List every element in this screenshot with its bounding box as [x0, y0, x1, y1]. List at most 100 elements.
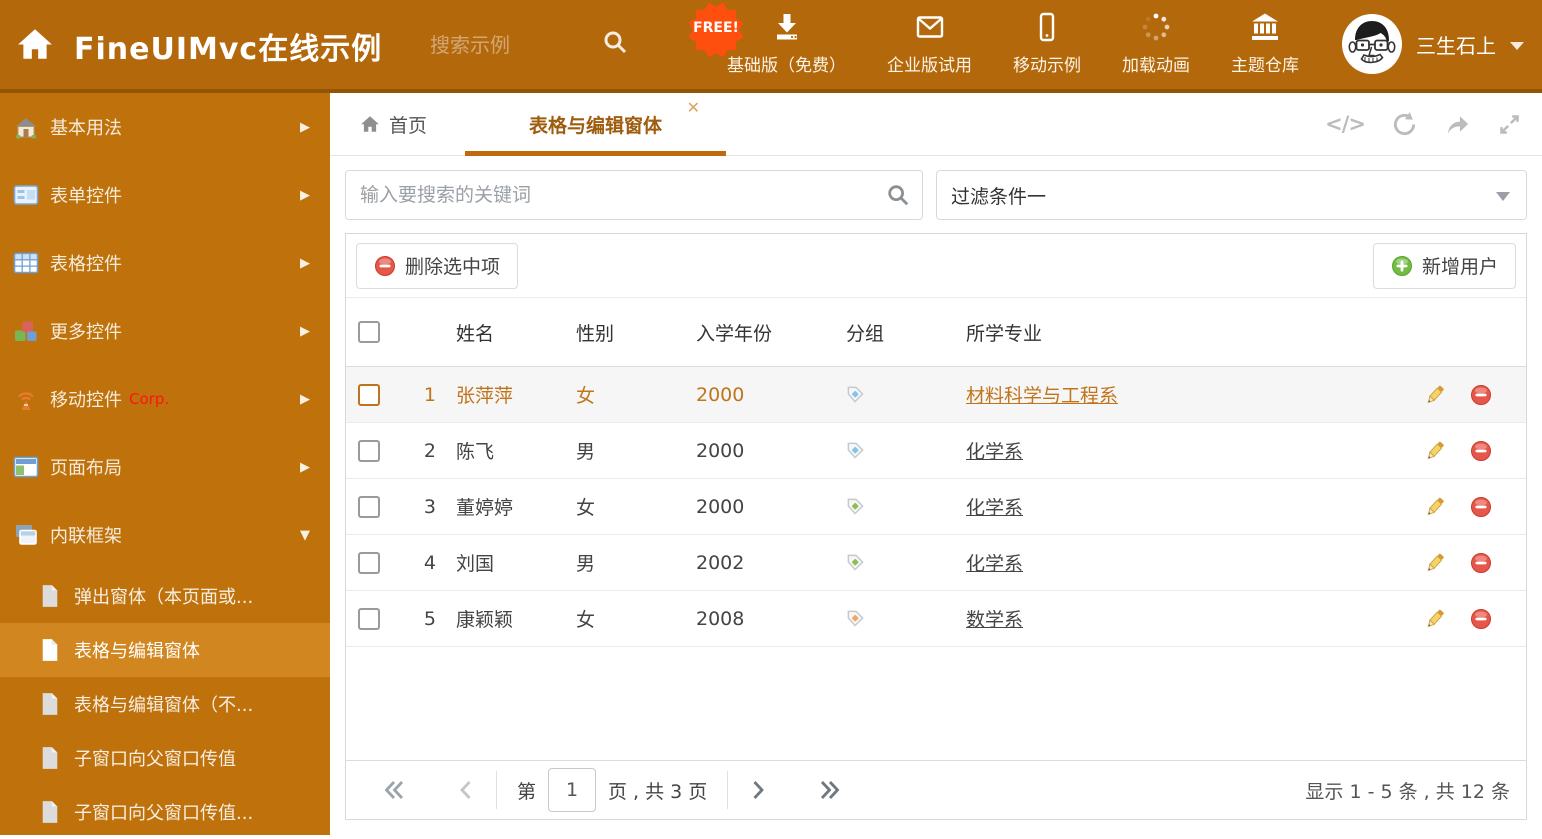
major-link[interactable]: 化学系 [966, 549, 1023, 576]
delete-selected-button[interactable]: 删除选中项 [356, 242, 519, 289]
sidebar-item-label: 基本用法 [50, 118, 122, 139]
row-checkbox[interactable] [358, 551, 380, 574]
nav-label: 基础版（免费） [727, 56, 846, 76]
sidebar-item-inline-frame[interactable]: 内联框架 ▼ [0, 501, 330, 569]
user-name: 三生石上 [1416, 33, 1496, 58]
delete-icon[interactable] [1470, 608, 1492, 630]
sidebar-item-form-controls[interactable]: 表单控件 ▶ [0, 161, 330, 229]
tab-grid-edit-window[interactable]: 表格与编辑窗体 ✕ [465, 93, 727, 156]
home-icon[interactable] [16, 27, 54, 61]
user-menu[interactable]: 三生石上 [1342, 14, 1524, 74]
delete-icon[interactable] [1470, 552, 1492, 574]
prev-page-icon[interactable] [455, 776, 476, 804]
frames-icon [13, 522, 39, 548]
major-link[interactable]: 化学系 [966, 493, 1023, 520]
delete-icon[interactable] [1470, 496, 1492, 518]
sidebar-subitem-label: 弹出窗体（本页面或... [74, 587, 254, 608]
page-content: 过滤条件一 删除选中项 新增用户 [330, 155, 1542, 835]
bank-icon [1249, 11, 1281, 43]
header-search-input[interactable] [428, 24, 592, 66]
cell-year: 2000 [696, 439, 745, 462]
row-checkbox[interactable] [358, 607, 380, 630]
page-number-input[interactable] [548, 768, 597, 812]
refresh-icon[interactable] [1391, 111, 1418, 138]
filter-dropdown[interactable]: 过滤条件一 [936, 170, 1527, 220]
row-checkbox[interactable] [358, 439, 380, 462]
pagination-bar: 第 页 , 共 3 页 显示 1 - 5 条 , 共 12 条 [346, 760, 1526, 819]
sidebar-subitem-grid-edit-window-2[interactable]: 表格与编辑窗体（不... [0, 677, 330, 731]
envelope-icon [914, 11, 946, 43]
edit-icon[interactable] [1424, 384, 1446, 406]
table-row[interactable]: 2 陈飞 男 2000 化学系 [346, 423, 1526, 479]
page-suffix: 页 , 共 3 页 [608, 780, 708, 803]
keyword-search-input[interactable] [345, 170, 923, 220]
chevron-down-icon: ▼ [300, 527, 310, 543]
share-icon[interactable] [1444, 111, 1471, 138]
row-checkbox[interactable] [358, 383, 380, 406]
corp-badge: Corp. [129, 390, 170, 408]
keyword-search [345, 170, 923, 220]
nav-enterprise-trial[interactable]: 企业版试用 [887, 11, 972, 76]
sidebar-subitem-label: 表格与编辑窗体（不... [74, 695, 254, 716]
next-page-icon[interactable] [748, 776, 769, 804]
chevron-right-icon: ▶ [300, 323, 310, 339]
delete-icon[interactable] [1470, 384, 1492, 406]
major-link[interactable]: 材料科学与工程系 [966, 381, 1118, 408]
table-header: 姓名 性别 入学年份 分组 所学专业 [346, 298, 1526, 367]
document-icon [40, 692, 60, 716]
sidebar-item-mobile-controls[interactable]: 移动控件 Corp. ▶ [0, 365, 330, 433]
table-row[interactable]: 3 董婷婷 女 2000 化学系 [346, 479, 1526, 535]
delete-icon[interactable] [1470, 440, 1492, 462]
nav-loading-animation[interactable]: 加载动画 [1122, 11, 1190, 76]
sidebar-item-basic-usage[interactable]: 基本用法 ▶ [0, 93, 330, 161]
major-link[interactable]: 化学系 [966, 437, 1023, 464]
select-all-checkbox[interactable] [358, 321, 380, 343]
record-summary: 显示 1 - 5 条 , 共 12 条 [1305, 780, 1510, 803]
nav-label: 加载动画 [1122, 56, 1190, 76]
tag-icon [846, 497, 865, 516]
edit-icon[interactable] [1424, 496, 1446, 518]
search-icon[interactable] [886, 183, 910, 207]
edit-icon[interactable] [1424, 608, 1446, 630]
table-row[interactable]: 1 张萍萍 女 2000 材料科学与工程系 [346, 367, 1526, 423]
first-page-icon[interactable] [380, 776, 409, 804]
row-checkbox[interactable] [358, 495, 380, 518]
add-user-button[interactable]: 新增用户 [1372, 242, 1516, 289]
column-group: 分组 [846, 322, 885, 345]
sidebar-subitem-grid-edit-window[interactable]: 表格与编辑窗体 [0, 623, 330, 677]
avatar [1342, 14, 1402, 74]
sidebar-item-page-layout[interactable]: 页面布局 ▶ [0, 433, 330, 501]
table-row[interactable]: 5 康颖颖 女 2008 数学系 [346, 591, 1526, 647]
last-page-icon[interactable] [815, 776, 844, 804]
sidebar-subitem-popup-window[interactable]: 弹出窗体（本页面或... [0, 569, 330, 623]
edit-icon[interactable] [1424, 552, 1446, 574]
edit-icon[interactable] [1424, 440, 1446, 462]
house-icon [13, 114, 39, 140]
expand-icon[interactable] [1497, 112, 1522, 137]
column-gender: 性别 [576, 322, 615, 345]
tab-home[interactable]: 首页 [346, 93, 441, 155]
header-search-icon[interactable] [602, 29, 628, 55]
major-link[interactable]: 数学系 [966, 605, 1023, 632]
free-badge: FREE! [688, 2, 744, 58]
nav-basic-free[interactable]: 基础版（免费） [727, 11, 846, 76]
nav-label: 移动示例 [1013, 56, 1081, 76]
cell-name: 康颖颖 [456, 609, 514, 631]
nav-theme-repo[interactable]: 主题仓库 [1231, 11, 1299, 76]
cell-gender: 女 [576, 497, 596, 519]
close-icon[interactable]: ✕ [687, 100, 700, 116]
cell-gender: 男 [576, 553, 596, 575]
grid-panel: 删除选中项 新增用户 姓名 性别 入学年份 分组 所学专业 1 张萍萍 女 20… [345, 233, 1527, 820]
table-row[interactable]: 4 刘国 男 2002 化学系 [346, 535, 1526, 591]
sidebar-subitem-child-to-parent-2[interactable]: 子窗口向父窗口传值... [0, 785, 330, 839]
sidebar-item-label: 表单控件 [50, 186, 122, 207]
header-nav: 基础版（免费） 企业版试用 移动示例 加载动画 主题仓库 [727, 11, 1299, 76]
view-source-icon[interactable]: </> [1325, 112, 1366, 136]
sidebar-subitem-child-to-parent[interactable]: 子窗口向父窗口传值 [0, 731, 330, 785]
minus-circle-icon [374, 255, 396, 277]
sidebar-item-grid-controls[interactable]: 表格控件 ▶ [0, 229, 330, 297]
sidebar-item-more-controls[interactable]: 更多控件 ▶ [0, 297, 330, 365]
chevron-right-icon: ▶ [300, 391, 310, 407]
nav-mobile-demo[interactable]: 移动示例 [1013, 11, 1081, 76]
tag-icon [846, 553, 865, 572]
